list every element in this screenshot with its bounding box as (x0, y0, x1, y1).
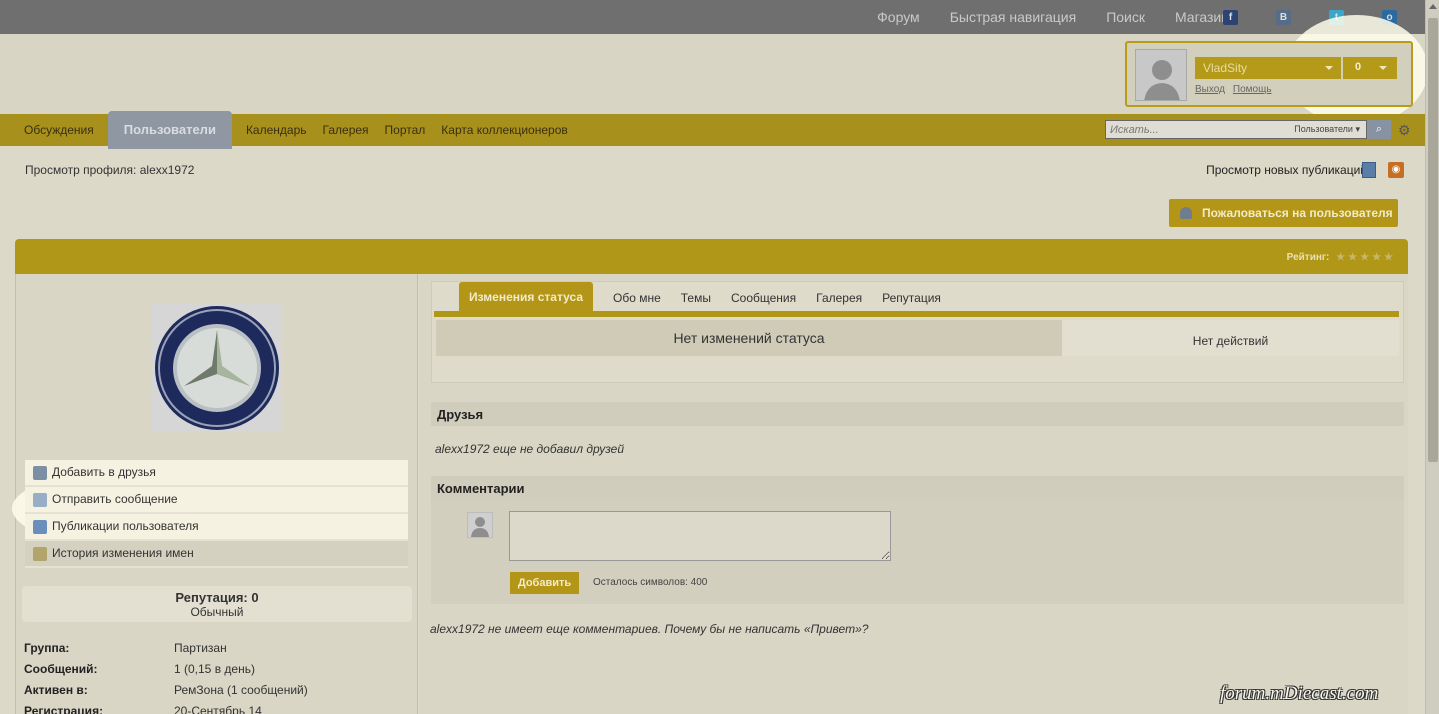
gear-icon[interactable]: ⚙ (1398, 122, 1411, 139)
profile-info: Группа: Партизан Сообщений: 1 (0,15 в де… (24, 637, 404, 714)
top-links: Форум Быстрая навигация Поиск Магазин (877, 9, 1229, 25)
logout-link[interactable]: Выход (1195, 84, 1225, 95)
report-user-button[interactable]: Пожаловаться на пользователя (1169, 199, 1398, 227)
scrollbar-thumb[interactable] (1428, 18, 1438, 462)
rss-icon[interactable]: ◉ (1388, 162, 1404, 178)
rating-stars[interactable]: ★★★★★ (1336, 252, 1396, 263)
site-watermark: forum.mDiecast.com (1220, 683, 1379, 704)
info-row: Активен в: РемЗона (1 сообщений) (24, 679, 404, 700)
nav-tab-calendar[interactable]: Календарь (238, 123, 315, 137)
document-icon[interactable] (1362, 162, 1376, 178)
info-key: Сообщений: (24, 661, 98, 676)
username-dropdown[interactable]: VladSity (1195, 57, 1341, 79)
name-history-button[interactable]: История изменения имен (25, 541, 408, 568)
friends-empty-message: alexx1972 еще не добавил друзей (435, 442, 625, 456)
user-publications-label: Публикации пользователя (52, 519, 199, 533)
add-friend-icon (33, 466, 47, 480)
mercedes-logo-icon (152, 304, 282, 432)
top-link-quick-nav[interactable]: Быстрая навигация (950, 9, 1077, 25)
nav-tab-users[interactable]: Пользователи (107, 111, 232, 149)
page-scrollbar[interactable] (1425, 0, 1439, 714)
username-label: VladSity (1203, 61, 1248, 75)
search-icon: ⌕ (1375, 123, 1383, 135)
info-row: Сообщений: 1 (0,15 в день) (24, 658, 404, 679)
profile-actions: Добавить в друзья Отправить сообщение Пу… (25, 460, 408, 568)
info-value: Партизан (174, 640, 227, 655)
nav-tab-collectors-map[interactable]: Карта коллекционеров (433, 123, 575, 137)
tab-about-me[interactable]: Обо мне (603, 291, 671, 311)
search-scope-label: Пользователи (1294, 124, 1353, 134)
name-history-label: История изменения имен (52, 546, 194, 560)
avatar-placeholder-icon (1136, 50, 1186, 100)
chars-left-counter: Осталось символов: 400 (593, 577, 708, 588)
comment-textarea[interactable] (509, 511, 891, 561)
add-friend-button[interactable]: Добавить в друзья (25, 460, 408, 487)
send-message-label: Отправить сообщение (52, 492, 178, 506)
pencil-icon (33, 547, 47, 561)
info-value: 20-Сентябрь 14 (174, 703, 262, 714)
notifications-count: 0 (1355, 61, 1362, 73)
main-nav-tabs: Обсуждения Пользователи Календарь Галере… (16, 111, 576, 149)
help-link[interactable]: Помощь (1233, 84, 1272, 95)
user-links: Выход Помощь (1195, 84, 1272, 95)
info-key: Регистрация: (24, 703, 104, 714)
search-input[interactable] (1106, 121, 1276, 138)
info-row: Группа: Партизан (24, 637, 404, 658)
vkontakte-icon[interactable]: B (1276, 10, 1291, 25)
new-publications-link[interactable]: Просмотр новых публикаций (1206, 163, 1367, 177)
profile-header: Рейтинг: ★★★★★ (15, 239, 1408, 274)
info-key: Группа: (24, 640, 70, 655)
envelope-icon (33, 493, 47, 507)
document-icon (33, 520, 47, 534)
send-message-button[interactable]: Отправить сообщение (25, 487, 408, 514)
chevron-down-icon (1379, 66, 1387, 70)
facebook-icon[interactable]: f (1223, 10, 1238, 25)
friends-title: Друзья (431, 402, 1404, 426)
info-value: 1 (0,15 в день) (174, 661, 255, 676)
no-status-message: Нет изменений статуса (436, 320, 1062, 356)
profile-photo[interactable] (152, 304, 282, 432)
nav-tab-discussions[interactable]: Обсуждения (16, 123, 102, 137)
notifications-dropdown[interactable]: 0 (1343, 57, 1397, 79)
add-comment-button[interactable]: Добавить (510, 572, 579, 594)
tab-posts[interactable]: Сообщения (721, 291, 806, 311)
search-box: Пользователи ▾ (1105, 120, 1367, 139)
avatar-placeholder-icon (471, 517, 489, 537)
search-button[interactable]: ⌕ (1367, 120, 1391, 139)
tab-status-changes[interactable]: Изменения статуса (459, 282, 593, 311)
reputation-title: Репутация: 0 (175, 590, 259, 605)
rating-label: Рейтинг: (1286, 252, 1330, 263)
info-row: Регистрация: 20-Сентябрь 14 (24, 700, 404, 714)
top-bar: Форум Быстрая навигация Поиск Магазин f … (0, 0, 1425, 34)
top-link-forum[interactable]: Форум (877, 9, 920, 25)
user-publications-button[interactable]: Публикации пользователя (25, 514, 408, 541)
top-link-shop[interactable]: Магазин (1175, 9, 1229, 25)
tab-underline (434, 311, 1399, 317)
tab-topics[interactable]: Темы (671, 291, 721, 311)
scroll-up-icon[interactable] (1429, 4, 1437, 9)
add-friend-label: Добавить в друзья (52, 465, 156, 479)
no-comments-message: alexx1972 не имеет еще комментариев. Поч… (430, 622, 869, 636)
user-panel: VladSity 0 Выход Помощь (1125, 41, 1413, 107)
status-tabs: Изменения статуса Обо мне Темы Сообщения… (459, 282, 951, 311)
commenter-avatar (467, 512, 493, 538)
top-link-search[interactable]: Поиск (1106, 9, 1145, 25)
info-value[interactable]: РемЗона (1 сообщений) (174, 683, 308, 697)
reputation-box: Репутация: 0 Обычный (22, 586, 412, 622)
info-key: Активен в: (24, 682, 88, 697)
nav-tab-portal[interactable]: Портал (377, 123, 434, 137)
no-actions-message: Нет действий (1062, 320, 1399, 356)
search-scope-dropdown[interactable]: Пользователи ▾ (1294, 124, 1360, 135)
tab-gallery[interactable]: Галерея (806, 291, 872, 311)
breadcrumb: Просмотр профиля: alexx1972 (25, 163, 195, 177)
comments-title: Комментарии (431, 476, 1404, 500)
chevron-down-icon (1325, 66, 1333, 70)
nav-tab-gallery[interactable]: Галерея (315, 123, 377, 137)
rating: Рейтинг: ★★★★★ (1287, 252, 1396, 263)
user-avatar[interactable] (1135, 49, 1187, 101)
user-icon (1180, 207, 1192, 219)
reputation-level: Обычный (190, 605, 244, 619)
report-user-label: Пожаловаться на пользователя (1202, 206, 1393, 220)
tab-reputation[interactable]: Репутация (872, 291, 951, 311)
